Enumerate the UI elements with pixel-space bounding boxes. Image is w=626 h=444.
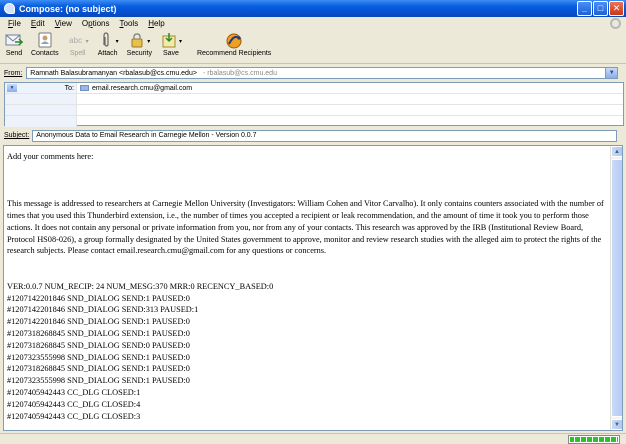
contacts-button[interactable]: Contacts <box>28 32 62 57</box>
recommend-icon <box>223 32 245 50</box>
menu-help[interactable]: Help <box>143 19 169 28</box>
address-book-icon <box>36 32 54 48</box>
recipient-row-empty[interactable] <box>5 94 623 105</box>
spellcheck-icon: abc <box>69 35 83 45</box>
subject-row: Subject: Anonymous Data to Email Researc… <box>0 129 626 142</box>
scroll-up-icon[interactable]: ▲ <box>611 146 622 157</box>
progress-segment <box>594 437 599 442</box>
subject-value: Anonymous Data to Email Research in Carn… <box>36 132 257 139</box>
send-button[interactable]: Send <box>2 32 26 57</box>
research-notice: This message is addressed to researchers… <box>7 199 604 256</box>
progress-fill <box>570 437 618 442</box>
compose-toolbar: Send Contacts abc ▾ Spell ▾ Attach ▾ Sec… <box>0 30 626 64</box>
progress-segment <box>576 437 581 442</box>
from-hint: - rbalasub@cs.cmu.edu <box>202 69 277 77</box>
menu-edit[interactable]: Edit <box>26 19 50 28</box>
subject-label: Subject: <box>4 132 30 139</box>
minimize-button[interactable]: _ <box>577 1 592 16</box>
recipient-row[interactable]: ▼ To: email.research.cmu@gmail.com <box>5 83 623 94</box>
menu-file[interactable]: File <box>3 19 26 28</box>
counter-log: VER:0.0.7 NUM_RECIP: 24 NUM_MESG:370 MRR… <box>7 281 611 423</box>
log-line: #1207405942443 CC_DLG CLOSED:4 <box>7 399 141 409</box>
progress-bar <box>568 435 620 444</box>
window-controls: _ □ ✕ <box>577 1 624 16</box>
chevron-down-icon[interactable]: ▼ <box>605 68 618 78</box>
from-select[interactable]: Ramnath Balasubramanyan <rbalasub@cs.cmu… <box>26 67 619 79</box>
attach-button[interactable]: ▾ Attach <box>94 32 122 57</box>
save-button[interactable]: ▾ Save <box>157 32 185 57</box>
address-card-icon <box>80 85 89 91</box>
menu-bar: File Edit View Options Tools Help <box>0 17 626 30</box>
from-label: From: <box>4 69 23 77</box>
log-line: #1207405942443 CC_DLG CLOSED:1 <box>7 387 141 397</box>
message-body-editor[interactable]: Add your comments here: This message is … <box>3 145 623 431</box>
subject-input[interactable]: Anonymous Data to Email Research in Carn… <box>32 129 618 142</box>
recipient-type-select[interactable]: ▼ To: <box>5 83 77 93</box>
progress-segment <box>612 437 617 442</box>
log-line: #1207318268845 SND_DIALOG SEND:1 PAUSED:… <box>7 328 190 338</box>
log-line: VER:0.0.7 NUM_RECIP: 24 NUM_MESG:370 MRR… <box>7 281 274 291</box>
menu-options[interactable]: Options <box>77 19 115 28</box>
progress-segment <box>570 437 575 442</box>
paperclip-icon <box>97 32 115 48</box>
progress-segment <box>600 437 605 442</box>
message-body-text: Add your comments here: This message is … <box>7 151 611 422</box>
recipient-row-empty[interactable] <box>5 116 623 127</box>
log-line: #1207323555998 SND_DIALOG SEND:1 PAUSED:… <box>7 352 190 362</box>
log-line: #1207405942443 CC_DLG CLOSED:3 <box>7 411 141 421</box>
body-scrollbar[interactable]: ▲ ▼ <box>610 146 622 430</box>
recipient-address: email.research.cmu@gmail.com <box>92 84 193 92</box>
log-line: #1207318268845 SND_DIALOG SEND:0 PAUSED:… <box>7 340 190 350</box>
log-line: #1207323555998 SND_DIALOG SEND:1 PAUSED:… <box>7 376 190 386</box>
progress-segment <box>582 437 587 442</box>
send-icon <box>5 32 23 48</box>
security-button[interactable]: ▾ Security <box>124 32 155 57</box>
comment-prompt: Add your comments here: <box>7 152 94 161</box>
recipient-address-input[interactable]: email.research.cmu@gmail.com <box>77 85 192 92</box>
log-line: #1207142201846 SND_DIALOG SEND:1 PAUSED:… <box>7 293 190 303</box>
title-bar: Compose: (no subject) _ □ ✕ <box>0 0 626 17</box>
scroll-down-icon[interactable]: ▼ <box>611 419 622 430</box>
from-value: Ramnath Balasubramanyan <rbalasub@cs.cmu… <box>30 69 197 77</box>
recipient-type-label: To: <box>64 84 74 92</box>
throbber-icon <box>610 18 621 29</box>
from-row: From: Ramnath Balasubramanyan <rbalasub@… <box>0 66 626 80</box>
status-bar <box>0 433 626 444</box>
log-line: #1207318268845 SND_DIALOG SEND:1 PAUSED:… <box>7 364 190 374</box>
close-button[interactable]: ✕ <box>609 1 624 16</box>
lock-icon <box>128 32 146 48</box>
spell-button[interactable]: abc ▾ Spell <box>64 32 92 58</box>
log-line: #1207142201846 SND_DIALOG SEND:1 PAUSED:… <box>7 317 190 327</box>
scroll-thumb[interactable] <box>611 159 622 417</box>
chevron-down-icon[interactable]: ▼ <box>7 84 17 92</box>
thunderbird-icon <box>4 3 15 14</box>
maximize-button[interactable]: □ <box>593 1 608 16</box>
menu-tools[interactable]: Tools <box>115 19 144 28</box>
progress-segment <box>588 437 593 442</box>
save-icon <box>160 32 178 48</box>
menu-view[interactable]: View <box>50 19 77 28</box>
recipient-row-empty[interactable] <box>5 105 623 116</box>
recipients-list: ▼ To: email.research.cmu@gmail.com <box>4 82 624 127</box>
window-title: Compose: (no subject) <box>19 3 117 14</box>
recommend-recipients-button[interactable]: Recommend Recipients <box>197 32 271 57</box>
progress-segment <box>606 437 611 442</box>
log-line: #1207142201846 SND_DIALOG SEND:313 PAUSE… <box>7 305 199 315</box>
